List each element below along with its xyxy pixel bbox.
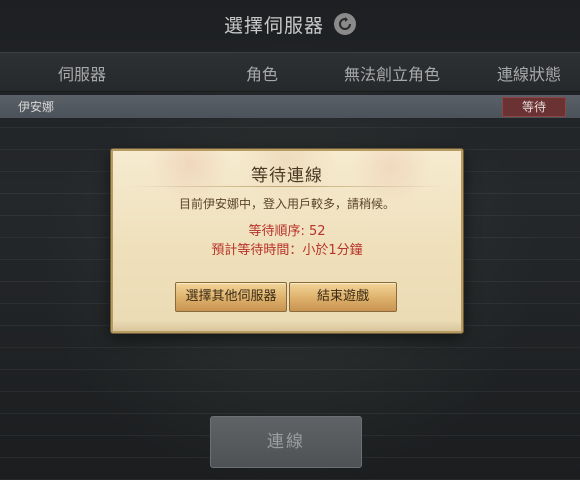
refresh-icon[interactable] bbox=[334, 13, 356, 35]
server-list-header: 伺服器 角色 無法創立角色 連線狀態 bbox=[0, 52, 580, 92]
select-other-server-button[interactable]: 選擇其他伺服器 bbox=[175, 282, 287, 312]
server-select-screen: 選擇伺服器 伺服器 角色 無法創立角色 連線狀態 伊安娜 等待 等待連線 目前伊… bbox=[0, 0, 580, 480]
dialog-title: 等待連線 bbox=[251, 166, 323, 186]
column-header-character: 角色 bbox=[246, 65, 279, 84]
exit-game-button[interactable]: 結束遊戲 bbox=[289, 282, 397, 312]
connect-button[interactable]: 連線 bbox=[210, 416, 362, 468]
status-badge: 等待 bbox=[502, 97, 566, 117]
column-header-cannot-create: 無法創立角色 bbox=[344, 65, 441, 84]
waiting-dialog: 等待連線 目前伊安娜中，登入用戶較多，請稍候。 等待順序: 52 預計等待時間：… bbox=[111, 149, 463, 333]
server-row[interactable]: 伊安娜 等待 bbox=[0, 95, 580, 118]
page-title: 選擇伺服器 bbox=[223, 14, 324, 37]
server-name: 伊安娜 bbox=[18, 100, 55, 114]
column-header-server: 伺服器 bbox=[58, 65, 107, 84]
dialog-divider bbox=[125, 186, 449, 187]
queue-position: 等待順序: 52 bbox=[248, 224, 326, 239]
title-bar: 選擇伺服器 bbox=[0, 0, 580, 48]
dialog-bottom-band bbox=[113, 321, 461, 331]
estimated-wait-time: 預計等待時間：小於1分鐘 bbox=[211, 243, 363, 258]
dialog-message: 目前伊安娜中，登入用戶較多，請稍候。 bbox=[178, 197, 395, 211]
column-header-connection-status: 連線狀態 bbox=[497, 65, 562, 84]
